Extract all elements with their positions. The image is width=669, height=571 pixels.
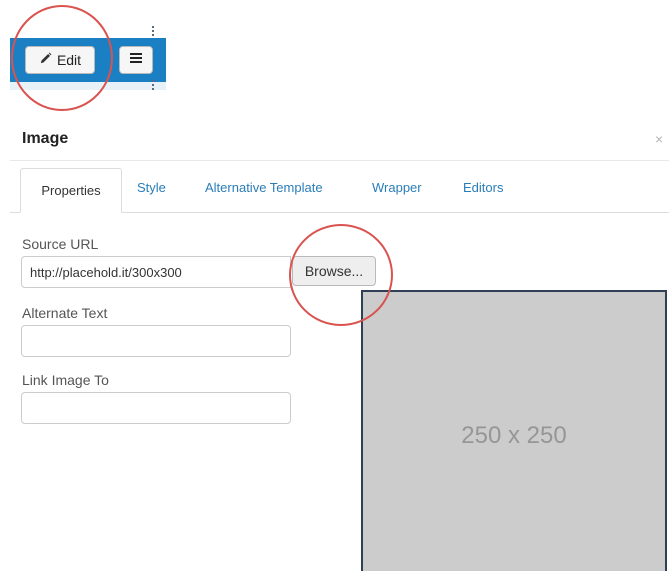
- menu-button[interactable]: [119, 46, 153, 74]
- tab-style[interactable]: Style: [137, 180, 166, 195]
- pencil-icon: [39, 52, 52, 68]
- alternate-text-label: Alternate Text: [22, 305, 108, 321]
- toolbar-strip: [10, 82, 166, 90]
- alternate-text-input[interactable]: [21, 325, 291, 357]
- tab-properties[interactable]: Properties: [20, 168, 122, 213]
- title-divider: [10, 160, 669, 161]
- tab-alternative-template[interactable]: Alternative Template: [205, 180, 323, 195]
- source-url-input[interactable]: [21, 256, 291, 288]
- tab-wrapper[interactable]: Wrapper: [372, 180, 422, 195]
- toolbar-drag-handle[interactable]: [152, 26, 154, 38]
- link-image-to-label: Link Image To: [22, 372, 109, 388]
- source-url-label: Source URL: [22, 236, 99, 252]
- edit-button[interactable]: Edit: [25, 46, 95, 74]
- toolbar-drag-handle-lower[interactable]: [152, 80, 154, 92]
- close-icon[interactable]: ×: [655, 131, 663, 147]
- browse-button[interactable]: Browse...: [292, 256, 376, 286]
- dialog-title: Image: [22, 130, 69, 147]
- hamburger-icon: [129, 51, 143, 69]
- tab-editors[interactable]: Editors: [463, 180, 503, 195]
- edit-button-label: Edit: [56, 52, 82, 68]
- link-image-to-input[interactable]: [21, 392, 291, 424]
- image-preview-text: 250 x 250: [461, 422, 567, 449]
- image-preview: 250 x 250: [361, 290, 667, 571]
